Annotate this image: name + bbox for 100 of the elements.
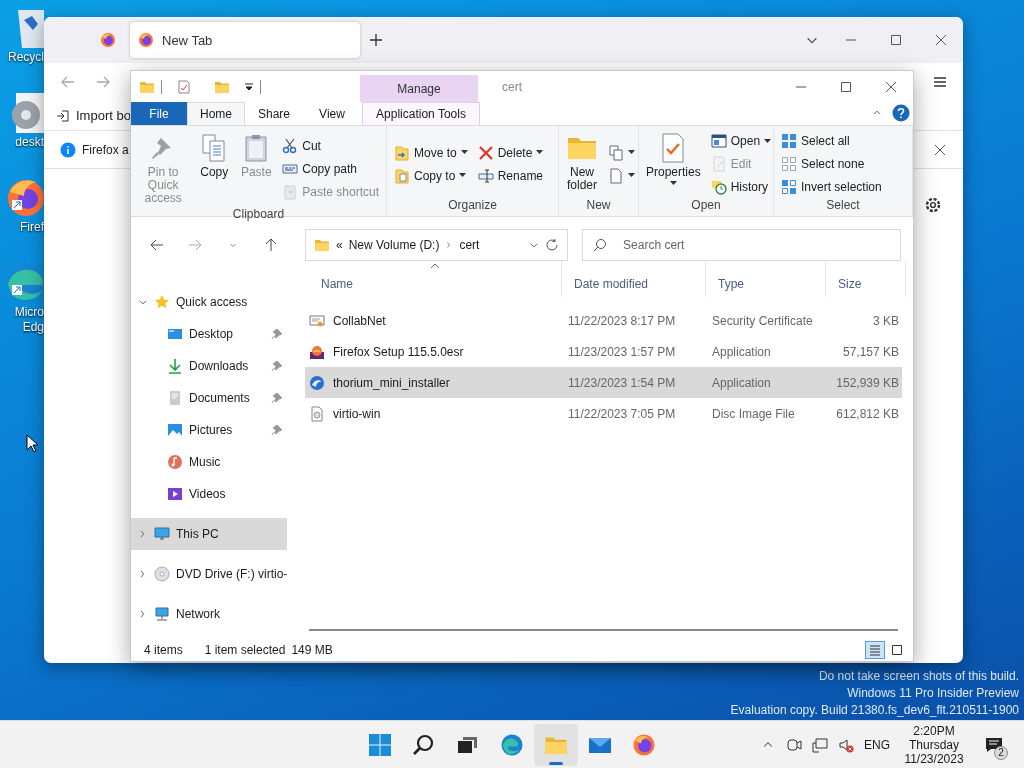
certificate-icon: [309, 312, 325, 329]
group-label: Select: [826, 198, 860, 214]
nav-item[interactable]: Desktop: [131, 318, 287, 350]
group-label: Organize: [448, 198, 497, 214]
file-row[interactable]: virtio-win 11/22/2023 7:05 PM Disc Image File 612,812 KB: [305, 398, 902, 429]
horizontal-scrollbar[interactable]: [309, 629, 898, 631]
ribbon-button[interactable]: Copy path: [279, 158, 382, 179]
ribbon-button[interactable]: Copy: [195, 130, 234, 207]
column-header[interactable]: Size: [826, 261, 906, 297]
address-bar[interactable]: « New Volume (D:) cert: [305, 229, 569, 261]
ribbon-button[interactable]: Rename: [474, 165, 547, 186]
file-date: 11/22/2023 8:17 PM: [567, 313, 677, 328]
path-overflow[interactable]: «: [336, 238, 343, 252]
installer-icon: [309, 343, 325, 360]
arrow-right-icon: [188, 238, 202, 252]
ribbon-button[interactable]: History: [707, 177, 775, 197]
maximize-icon: [839, 80, 852, 93]
nav-item[interactable]: Videos: [131, 478, 287, 510]
nav-item[interactable]: Downloads: [131, 350, 287, 382]
bookmark-link[interactable]: Import bo: [56, 108, 131, 123]
column-header[interactable]: Name: [309, 261, 562, 297]
caret-icon: [459, 173, 467, 178]
ribbon-button[interactable]: Invert selection: [778, 177, 885, 197]
notifications-button[interactable]: 2: [974, 726, 1014, 763]
file-row[interactable]: thorium_mini_installer 11/23/2023 1:54 PM Application 152,939 KB: [305, 367, 902, 398]
column-header[interactable]: Date modified: [562, 261, 706, 297]
ribbon-button[interactable]: Cut: [279, 135, 382, 156]
selection-info: 1 item selected: [204, 643, 286, 657]
notification-text: Firefox a: [82, 142, 129, 157]
breadcrumb[interactable]: New Volume (D:): [348, 238, 440, 252]
ribbon-tab[interactable]: Application Tools: [362, 102, 480, 125]
desktop-icon-label: Recycl: [7, 50, 44, 65]
maximize-icon: [889, 34, 902, 46]
arrow-left-icon: [60, 74, 76, 90]
chevron-up-icon: [872, 108, 882, 118]
list-icon: [869, 644, 881, 656]
monitor-icon: [154, 526, 170, 542]
ribbon-button[interactable]: Open: [707, 131, 775, 151]
language-indicator[interactable]: ENG: [860, 737, 894, 752]
close-icon: [934, 143, 946, 156]
caret-icon: [460, 150, 468, 155]
film-icon: [167, 486, 183, 502]
file-type: Security Certificate: [711, 313, 814, 328]
caret-icon: [628, 150, 635, 155]
ribbon-button[interactable]: Select none: [778, 154, 885, 174]
file-type: Disc Image File: [711, 406, 796, 421]
ribbon-button[interactable]: New folder: [563, 130, 601, 198]
file-row[interactable]: Firefox Setup 115.5.0esr 11/23/2023 1:57 PM Application 57,157 KB: [305, 336, 902, 367]
desktop-icon: [167, 326, 183, 342]
close-icon: [934, 34, 947, 46]
network-icon: [812, 736, 828, 753]
ribbon-tab[interactable]: Home: [187, 102, 245, 125]
nav-item[interactable]: Pictures: [131, 414, 287, 446]
caret-icon: [764, 138, 772, 144]
search-field[interactable]: Search cert: [582, 229, 901, 261]
caret-icon: [628, 173, 635, 178]
ribbon-button[interactable]: Delete: [474, 142, 547, 163]
nav-item[interactable]: DVD Drive (F:) virtio-: [131, 558, 287, 590]
file-size: 57,157 KB: [841, 344, 899, 359]
browser-tab[interactable]: New Tab: [130, 22, 360, 58]
file-size: 612,812 KB: [835, 406, 899, 421]
edge-icon: [500, 732, 524, 757]
group-label: New: [586, 198, 611, 214]
nav-item[interactable]: Documents: [131, 382, 287, 414]
desktop-icon-label: deskt: [14, 135, 44, 150]
grid-icon: [781, 133, 797, 149]
breadcrumb[interactable]: cert: [459, 238, 480, 252]
file-name: CollabNet: [333, 313, 386, 328]
notification-count: 2: [994, 745, 1008, 760]
column-header[interactable]: Type: [706, 261, 826, 297]
file-row[interactable]: CollabNet 11/22/2023 8:17 PM Security Certificate 3 KB: [305, 305, 902, 336]
nav-item[interactable]: Quick access: [131, 286, 287, 318]
ribbon-tab[interactable]: Share: [245, 102, 303, 125]
globe-icon: [309, 374, 325, 391]
window-title: cert: [502, 79, 522, 94]
ribbon-button[interactable]: Copy to: [391, 165, 471, 186]
star-icon: [154, 294, 170, 310]
file-date: 11/23/2023 1:54 PM: [567, 375, 677, 390]
network-icon: [154, 606, 170, 622]
nav-item[interactable]: Network: [131, 598, 287, 630]
document-check-icon: [177, 79, 191, 94]
documents-icon: [608, 144, 624, 161]
nav-item[interactable]: Music: [131, 446, 287, 478]
nav-item[interactable]: This PC: [131, 518, 287, 550]
ribbon-button[interactable]: Select all: [778, 131, 885, 151]
arrow-right-icon: [95, 74, 111, 90]
ribbon-button[interactable]: Move to: [391, 142, 471, 163]
ribbon-button[interactable]: Properties: [643, 130, 704, 198]
settings-icon: [924, 196, 942, 214]
item-count: 4 items: [144, 643, 183, 657]
folder-icon: [314, 237, 330, 253]
refresh-icon[interactable]: [545, 238, 560, 252]
dropdown-icon[interactable]: [244, 81, 254, 92]
ribbon-tab[interactable]: View: [303, 102, 361, 125]
firefox-icon: [100, 32, 116, 48]
disc-file-icon: [309, 405, 325, 422]
ribbon-tab[interactable]: File: [131, 102, 187, 125]
menu-icon: [932, 74, 948, 90]
clock[interactable]: 2:20PM Thursday 11/23/2023: [896, 723, 972, 766]
desktop-icon-label: Micro Edg: [13, 305, 44, 335]
